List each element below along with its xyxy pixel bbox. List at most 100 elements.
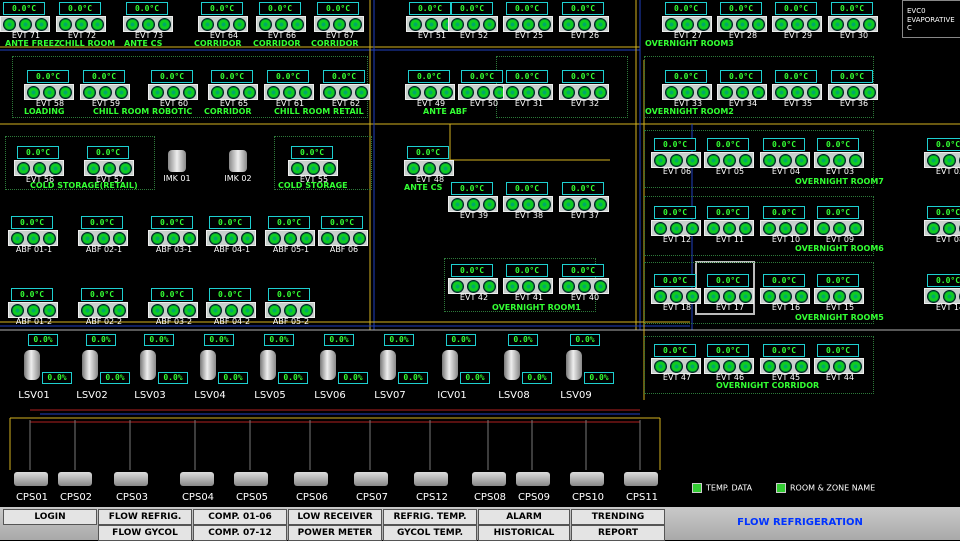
- evaporator-unit[interactable]: 0.0°CEVT 38: [503, 180, 555, 216]
- compressor[interactable]: CPS03: [112, 466, 152, 490]
- evaporator-unit[interactable]: 0.0°CEVT 11: [704, 204, 756, 240]
- evaporator-unit[interactable]: 0.0°CABF 03-1: [148, 214, 200, 250]
- evaporator-unit[interactable]: 0.0°CEVT 55: [288, 144, 340, 180]
- ice-maker[interactable]: IMK 01: [162, 146, 192, 186]
- evaporator-unit[interactable]: 0.0°CEVT 42: [448, 262, 500, 298]
- evaporator-unit[interactable]: 0.0°CEVT 52: [448, 0, 500, 36]
- flow-refrig-button[interactable]: FLOW REFRIG.: [98, 509, 192, 525]
- evaporator-unit[interactable]: 0.0°CABF 06: [318, 214, 370, 250]
- evaporator-unit[interactable]: 0.0°CEVT 41: [503, 262, 555, 298]
- evaporator-unit[interactable]: 0.0°CEVT 03: [814, 136, 866, 172]
- evaporator-unit[interactable]: 0.0°CEVT 04: [760, 136, 812, 172]
- evaporator-unit[interactable]: 0.0°CEVT 15: [814, 272, 866, 308]
- evaporator-unit[interactable]: 0.0°CEVT 29: [772, 0, 824, 36]
- evaporator-unit[interactable]: 0.0°CEVT 61: [264, 68, 316, 104]
- evaporator-unit[interactable]: 0.0°CABF 05-2: [265, 286, 317, 322]
- compressor[interactable]: CPS11: [622, 466, 662, 490]
- flow-gycol-button[interactable]: FLOW GYCOL: [98, 525, 192, 541]
- evaporator-unit[interactable]: 0.0°CEVT 56: [14, 144, 66, 180]
- evaporator-unit[interactable]: 0.0°CEVT 31: [503, 68, 555, 104]
- evaporator-unit[interactable]: 0.0°CABF 02-2: [78, 286, 130, 322]
- evaporator-unit[interactable]: 0.0°CEVT 65: [208, 68, 260, 104]
- evaporator-unit[interactable]: 0.0°CEVT 08: [924, 204, 960, 240]
- evaporator-unit[interactable]: 0.0°CEVT 66: [256, 0, 308, 36]
- evaporator-unit[interactable]: 0.0°CEVT 32: [559, 68, 611, 104]
- evaporator-unit[interactable]: 0.0°CEVT 27: [662, 0, 714, 36]
- evaporator-unit[interactable]: 0.0°CEVT 02: [924, 136, 960, 172]
- gycol-temp-button[interactable]: GYCOL TEMP.: [383, 525, 477, 541]
- evaporator-unit[interactable]: 0.0°CEVT 60: [148, 68, 200, 104]
- evaporator-unit[interactable]: 0.0°CEVT 39: [448, 180, 500, 216]
- comp-01-06-button[interactable]: COMP. 01-06: [193, 509, 287, 525]
- comp-07-12-button[interactable]: COMP. 07-12: [193, 525, 287, 541]
- evaporator-unit[interactable]: 0.0°CEVT 34: [717, 68, 769, 104]
- separator-vessel[interactable]: 0.0%0.0%LSV02: [72, 344, 108, 390]
- evaporator-unit[interactable]: 0.0°CEVT 33: [662, 68, 714, 104]
- evaporator-unit[interactable]: 0.0°CEVT 40: [559, 262, 611, 298]
- separator-vessel[interactable]: 0.0%0.0%LSV03: [130, 344, 166, 390]
- refrig-temp-button[interactable]: REFRIG. TEMP.: [383, 509, 477, 525]
- evaporator-unit[interactable]: 0.0°CEVT 57: [84, 144, 136, 180]
- evaporator-unit[interactable]: 0.0°CEVT 58: [24, 68, 76, 104]
- ice-maker[interactable]: IMK 02: [223, 146, 253, 186]
- compressor[interactable]: CPS10: [568, 466, 608, 490]
- evaporator-unit[interactable]: 0.0°CEVT 26: [559, 0, 611, 36]
- evaporator-unit[interactable]: 0.0°CEVT 67: [314, 0, 366, 36]
- evaporator-unit[interactable]: 0.0°CEVT 48: [404, 144, 456, 180]
- compressor[interactable]: CPS04: [178, 466, 218, 490]
- evaporator-unit[interactable]: 0.0°CEVT 37: [559, 180, 611, 216]
- compressor[interactable]: CPS06: [292, 466, 332, 490]
- evaporator-unit[interactable]: 0.0°CABF 04-1: [206, 214, 258, 250]
- compressor[interactable]: CPS08: [470, 466, 510, 490]
- evaporator-unit[interactable]: 0.0°CABF 02-1: [78, 214, 130, 250]
- low-receiver-button[interactable]: LOW RECEIVER: [288, 509, 382, 525]
- evaporator-unit[interactable]: 0.0°CEVT 62: [320, 68, 372, 104]
- evaporative-condenser-panel[interactable]: EVC0 EVAPORATIVE C: [902, 0, 960, 38]
- evaporator-unit[interactable]: 0.0°CEVT 35: [772, 68, 824, 104]
- evaporator-unit[interactable]: 0.0°CEVT 17: [704, 272, 756, 308]
- separator-vessel[interactable]: 0.0%0.0%LSV05: [250, 344, 286, 390]
- evaporator-unit[interactable]: 0.0°CEVT 28: [717, 0, 769, 36]
- evaporator-unit[interactable]: 0.0°CEVT 44: [814, 342, 866, 378]
- evaporator-unit[interactable]: 0.0°CEVT 72: [56, 0, 108, 36]
- evaporator-unit[interactable]: 0.0°CEVT 10: [760, 204, 812, 240]
- evaporator-unit[interactable]: 0.0°CEVT 49: [405, 68, 457, 104]
- compressor[interactable]: CPS09: [514, 466, 554, 490]
- trending-button[interactable]: TRENDING: [571, 509, 665, 525]
- evaporator-unit[interactable]: 0.0°CEVT 09: [814, 204, 866, 240]
- evaporator-unit[interactable]: 0.0°CEVT 71: [0, 0, 52, 36]
- legend-room-zone[interactable]: ROOM & ZONE NAME: [776, 483, 875, 493]
- evaporator-unit[interactable]: 0.0°CEVT 73: [123, 0, 175, 36]
- evaporator-unit[interactable]: 0.0°CEVT 16: [760, 272, 812, 308]
- evaporator-unit[interactable]: 0.0°CEVT 47: [651, 342, 703, 378]
- login-button[interactable]: LOGIN: [3, 509, 97, 525]
- separator-vessel[interactable]: 0.0%0.0%LSV07: [370, 344, 406, 390]
- evaporator-unit[interactable]: 0.0°CEVT 46: [704, 342, 756, 378]
- evaporator-unit[interactable]: 0.0°CEVT 36: [828, 68, 880, 104]
- evaporator-unit[interactable]: 0.0°CABF 05-1: [265, 214, 317, 250]
- separator-vessel[interactable]: 0.0%0.0%LSV04: [190, 344, 226, 390]
- report-button[interactable]: REPORT: [571, 525, 665, 541]
- compressor[interactable]: CPS05: [232, 466, 272, 490]
- evaporator-unit[interactable]: 0.0°CEVT 18: [651, 272, 703, 308]
- historical-button[interactable]: HISTORICAL: [478, 525, 570, 541]
- evaporator-unit[interactable]: 0.0°CEVT 30: [828, 0, 880, 36]
- compressor[interactable]: CPS12: [412, 466, 452, 490]
- separator-vessel[interactable]: 0.0%0.0%LSV08: [494, 344, 530, 390]
- separator-vessel[interactable]: 0.0%0.0%LSV09: [556, 344, 592, 390]
- evaporator-unit[interactable]: 0.0°CEVT 59: [80, 68, 132, 104]
- compressor[interactable]: CPS07: [352, 466, 392, 490]
- evaporator-unit[interactable]: 0.0°CEVT 12: [651, 204, 703, 240]
- legend-temp-data[interactable]: TEMP. DATA: [692, 483, 752, 493]
- compressor[interactable]: CPS01: [12, 466, 52, 490]
- separator-vessel[interactable]: 0.0%0.0%ICV01: [432, 344, 468, 390]
- evaporator-unit[interactable]: 0.0°CABF 01-2: [8, 286, 60, 322]
- evaporator-unit[interactable]: 0.0°CEVT 06: [651, 136, 703, 172]
- evaporator-unit[interactable]: 0.0°CABF 01-1: [8, 214, 60, 250]
- power-meter-button[interactable]: POWER METER: [288, 525, 382, 541]
- evaporator-unit[interactable]: 0.0°CEVT 25: [503, 0, 555, 36]
- evaporator-unit[interactable]: 0.0°CEVT 14: [924, 272, 960, 308]
- compressor[interactable]: CPS02: [56, 466, 96, 490]
- separator-vessel[interactable]: 0.0%0.0%LSV01: [14, 344, 50, 390]
- evaporator-unit[interactable]: 0.0°CEVT 64: [198, 0, 250, 36]
